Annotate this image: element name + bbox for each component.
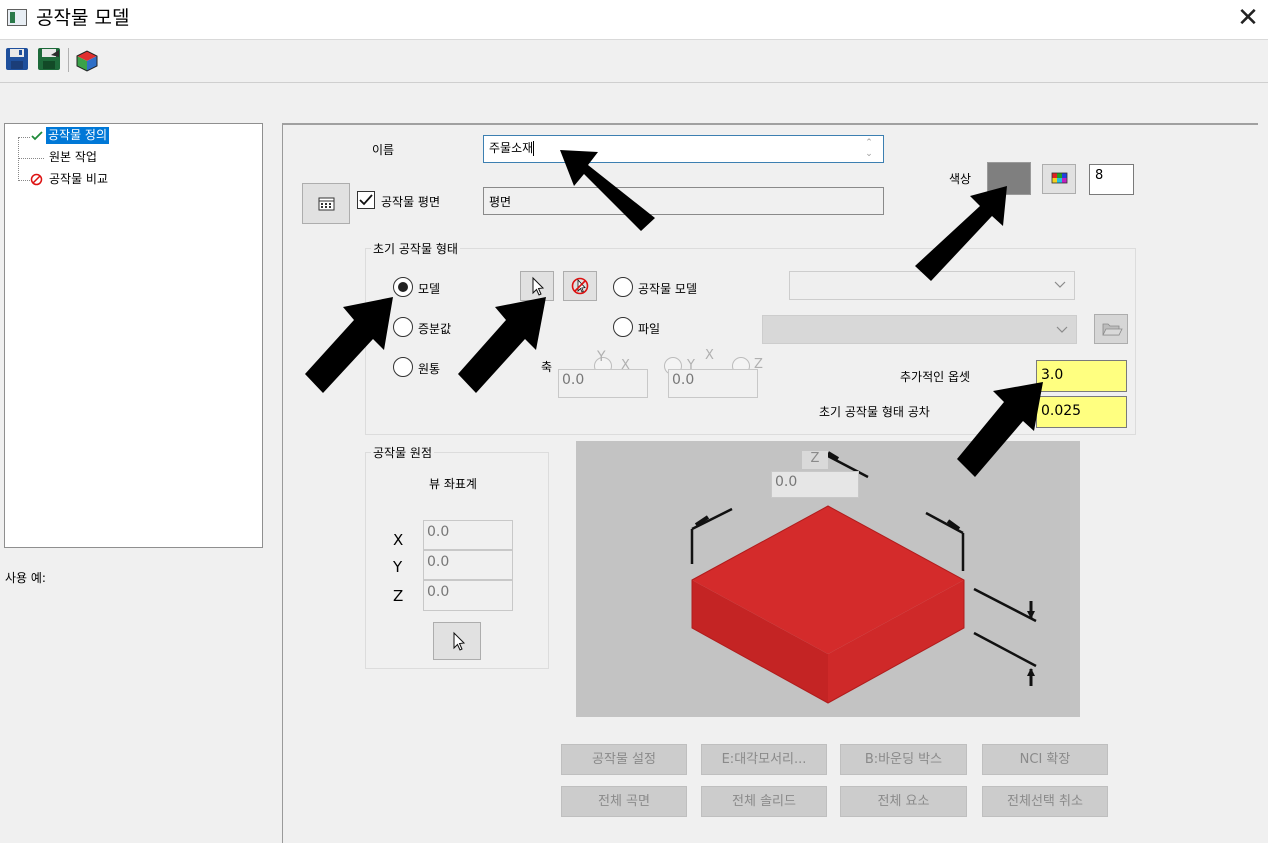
- arrow-annotation: [305, 297, 393, 393]
- annotation-arrows: [305, 150, 1043, 477]
- arrow-annotation: [458, 297, 546, 393]
- arrow-annotation: [560, 150, 655, 231]
- arrow-annotation: [915, 186, 1007, 281]
- arrow-annotation: [957, 382, 1043, 477]
